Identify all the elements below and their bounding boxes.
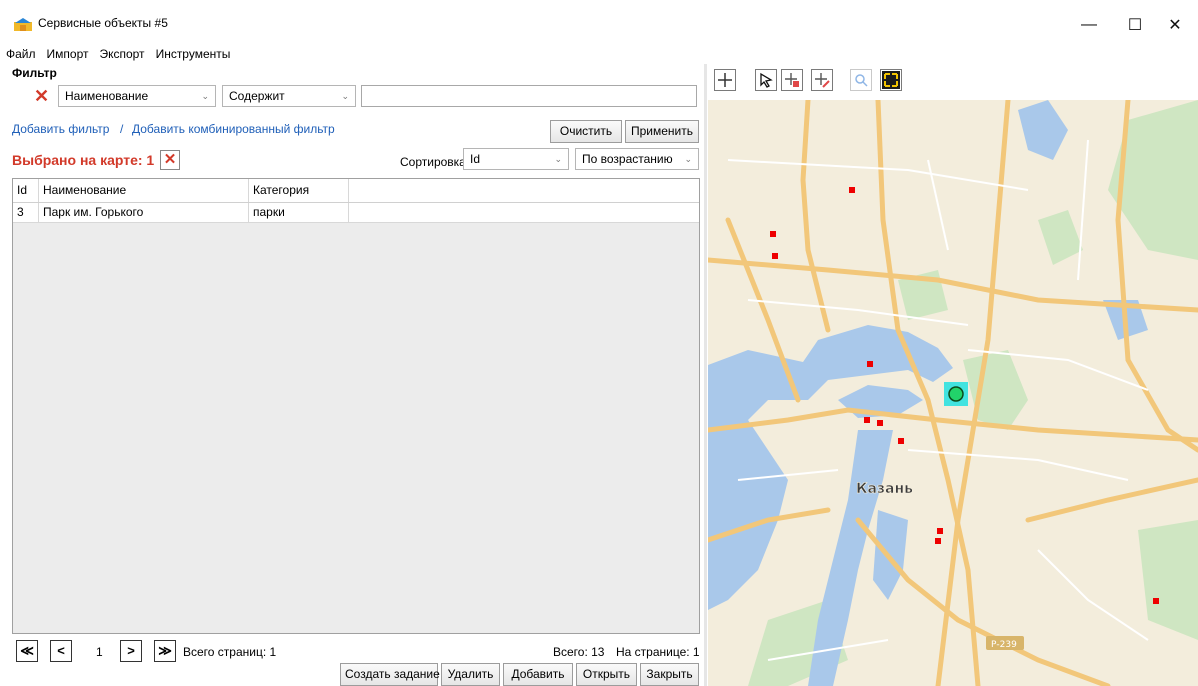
table-header: Id Наименование Категория	[13, 179, 699, 203]
column-header-name[interactable]: Наименование	[39, 179, 249, 202]
map-canvas[interactable]: Казань Р-239	[708, 100, 1198, 686]
apply-button[interactable]: Применить	[625, 120, 699, 143]
map-view[interactable]: Казань Р-239	[708, 100, 1198, 686]
cell-name: Парк им. Горького	[39, 203, 249, 222]
prev-page-button[interactable]: <	[50, 640, 72, 662]
per-page-label: На странице: 1	[616, 645, 700, 659]
map-marker	[849, 187, 855, 193]
clear-button[interactable]: Очистить	[550, 120, 622, 143]
total-count-label: Всего: 13	[553, 645, 605, 659]
last-page-button[interactable]: ≫	[154, 640, 176, 662]
table-row[interactable]: 3 Парк им. Горького парки	[13, 203, 699, 223]
remove-filter-icon[interactable]: ✕	[34, 87, 49, 105]
total-pages-label: Всего страниц: 1	[183, 645, 277, 659]
link-separator: /	[120, 122, 124, 136]
objects-table: Id Наименование Категория 3 Парк им. Гор…	[12, 178, 700, 634]
menu-bar: Файл Импорт Экспорт Инструменты	[0, 46, 700, 64]
app-icon	[14, 18, 32, 31]
road-label: Р-239	[991, 640, 1017, 650]
column-header-filler	[349, 179, 699, 202]
selected-map-marker	[944, 382, 968, 406]
add-button[interactable]: Добавить	[503, 663, 573, 686]
crosshair-icon[interactable]	[714, 69, 736, 91]
create-task-button[interactable]: Создать задание	[340, 663, 440, 686]
next-page-button[interactable]: >	[120, 640, 142, 662]
filter-operator-select[interactable]: Содержит ⌄	[222, 85, 356, 107]
add-point-icon[interactable]	[781, 69, 803, 91]
zoom-icon[interactable]	[850, 69, 872, 91]
map-marker	[772, 253, 778, 259]
add-line-icon[interactable]	[811, 69, 833, 91]
filter-field-select[interactable]: Наименование ⌄	[58, 85, 216, 107]
column-header-id[interactable]: Id	[13, 179, 39, 202]
zoom-extent-icon[interactable]	[880, 69, 902, 91]
clear-selection-button[interactable]: ✕	[160, 150, 180, 170]
current-page: 1	[96, 645, 103, 659]
map-marker	[770, 231, 776, 237]
cell-filler	[349, 203, 699, 222]
minimize-button[interactable]: —	[1066, 10, 1112, 40]
menu-file[interactable]: Файл	[0, 46, 41, 64]
close-button[interactable]: ✕	[1152, 10, 1198, 40]
map-marker	[898, 438, 904, 444]
add-combined-filter-link[interactable]: Добавить комбинированный фильтр	[132, 122, 335, 136]
map-marker	[877, 420, 883, 426]
selected-on-map-label: Выбрано на карте: 1	[12, 152, 155, 168]
map-marker	[937, 528, 943, 534]
filter-value-input[interactable]	[361, 85, 697, 107]
sort-field-select[interactable]: Id ⌄	[463, 148, 569, 170]
chevron-down-icon: ⌄	[554, 154, 562, 164]
map-marker	[1153, 598, 1159, 604]
filter-caption: Фильтр	[12, 66, 57, 80]
open-button[interactable]: Открыть	[576, 663, 637, 686]
close-dialog-button[interactable]: Закрыть	[640, 663, 699, 686]
panel-splitter[interactable]	[704, 64, 707, 686]
menu-import[interactable]: Импорт	[41, 46, 94, 64]
city-label: Казань	[856, 481, 913, 497]
window-title: Сервисные объекты #5	[38, 16, 168, 30]
menu-tools[interactable]: Инструменты	[150, 46, 236, 64]
column-header-category[interactable]: Категория	[249, 179, 349, 202]
cell-id: 3	[13, 203, 39, 222]
cell-category: парки	[249, 203, 349, 222]
delete-button[interactable]: Удалить	[441, 663, 500, 686]
chevron-down-icon: ⌄	[341, 91, 349, 101]
title-bar: Сервисные объекты #5 — ☐ ✕	[0, 0, 1198, 44]
add-filter-link[interactable]: Добавить фильтр	[12, 122, 109, 136]
map-marker	[867, 361, 873, 367]
sort-direction-select[interactable]: По возрастанию ⌄	[575, 148, 699, 170]
chevron-down-icon: ⌄	[684, 154, 692, 164]
map-marker	[935, 538, 941, 544]
chevron-down-icon: ⌄	[201, 91, 209, 101]
select-arrow-icon[interactable]	[755, 69, 777, 91]
first-page-button[interactable]: ≪	[16, 640, 38, 662]
sort-label: Сортировка	[400, 155, 466, 169]
menu-export[interactable]: Экспорт	[93, 46, 149, 64]
map-marker	[864, 417, 870, 423]
